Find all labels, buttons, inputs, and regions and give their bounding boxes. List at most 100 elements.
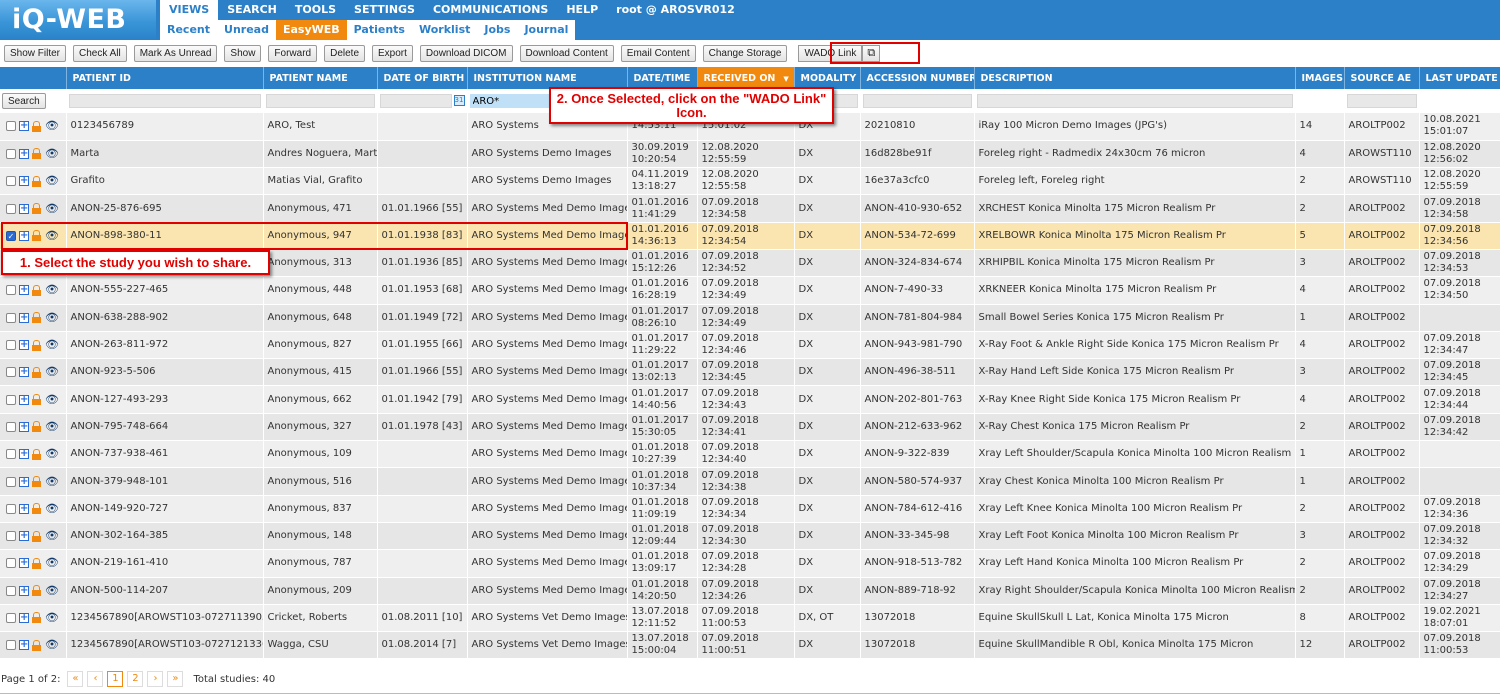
eye-view-icon[interactable]: 👁 [44, 502, 60, 515]
nav-views[interactable]: VIEWS [160, 0, 219, 20]
expand-plus-icon[interactable]: + [19, 612, 29, 623]
current-user[interactable]: root @ AROSVR012 [607, 0, 744, 20]
col-received-on[interactable]: RECEIVED ON ▼ [697, 67, 795, 89]
row-checkbox[interactable] [6, 421, 16, 432]
table-row[interactable]: + 👁 ANON-795-748-664 Anonymous, 327 01.01.19… [0, 413, 1500, 442]
forward-button[interactable]: Forward [268, 45, 318, 62]
filter-accession[interactable] [862, 94, 972, 108]
last-page-button[interactable]: » [167, 671, 184, 687]
expand-plus-icon[interactable]: + [19, 148, 29, 159]
table-row[interactable]: ✓ + 👁 ANON-898-380-11 Anonymous, 947 01.01.19… [0, 222, 1500, 250]
table-row[interactable]: + 👁 ANON-302-164-385 Anonymous, 148 ARO Syst… [0, 522, 1500, 551]
table-row[interactable]: + 👁 ANON-923-5-506 Anonymous, 415 01.01.1966… [0, 358, 1500, 387]
show-button[interactable]: Show [224, 45, 262, 62]
table-row[interactable]: + 👁 ANON-25-876-695 Anonymous, 471 01.01.196… [0, 194, 1500, 223]
eye-view-icon[interactable]: 👁 [44, 420, 60, 433]
row-checkbox[interactable] [6, 312, 16, 323]
col-institution-name[interactable]: INSTITUTION NAME [467, 67, 628, 89]
page-2-button[interactable]: 2 [127, 671, 144, 687]
email-content-button[interactable]: Email Content [620, 45, 696, 62]
lock-icon[interactable] [32, 339, 41, 351]
nav-communications[interactable]: COMMUNICATIONS [424, 0, 557, 20]
row-checkbox[interactable] [6, 176, 16, 187]
col-last-update[interactable]: LAST UPDATE [1419, 67, 1500, 89]
first-page-button[interactable]: « [67, 671, 84, 687]
table-row[interactable]: + 👁 ANON-638-288-902 Anonymous, 648 01.01.19… [0, 304, 1500, 332]
eye-view-icon[interactable]: 👁 [44, 147, 60, 160]
expand-plus-icon[interactable]: + [19, 121, 29, 132]
subnav-jobs[interactable]: Jobs [477, 20, 517, 40]
nav-tools[interactable]: TOOLS [286, 0, 345, 20]
lock-icon[interactable] [32, 503, 41, 515]
eye-view-icon[interactable]: 👁 [44, 611, 60, 624]
expand-plus-icon[interactable]: + [19, 394, 29, 405]
subnav-journal[interactable]: Journal [517, 20, 575, 40]
prev-page-button[interactable]: ‹ [87, 671, 104, 687]
row-checkbox[interactable] [6, 585, 16, 596]
table-row[interactable]: + 👁 ANON-263-811-972 Anonymous, 827 01.01.19… [0, 331, 1500, 360]
expand-plus-icon[interactable]: + [19, 476, 29, 487]
table-row[interactable]: + 👁 ANON-149-920-727 Anonymous, 837 ARO Syst… [0, 495, 1500, 523]
show-filter-button[interactable]: Show Filter [4, 45, 67, 62]
filter-patient-id[interactable] [68, 94, 261, 108]
table-row[interactable]: + 👁 ANON-127-493-293 Anonymous, 662 01.01.19… [0, 385, 1500, 414]
row-checkbox[interactable] [6, 121, 16, 132]
col-accession-number[interactable]: ACCESSION NUMBER [860, 67, 975, 89]
lock-icon[interactable] [32, 448, 41, 460]
download-content-button[interactable]: Download Content [519, 45, 614, 62]
eye-view-icon[interactable]: 👁 [44, 530, 60, 542]
table-row[interactable]: + 👁 ANON-500-114-207 Anonymous, 209 ARO Syst… [0, 577, 1500, 605]
expand-plus-icon[interactable]: + [19, 230, 29, 241]
eye-view-icon[interactable]: 👁 [44, 366, 60, 378]
lock-icon[interactable] [32, 612, 41, 624]
col-patient-name[interactable]: PATIENT NAME [263, 67, 378, 89]
lock-icon[interactable] [32, 394, 41, 406]
table-row[interactable]: + 👁 1234567890[AROWST103-0727113905] Cricke… [0, 604, 1500, 633]
row-checkbox[interactable] [6, 148, 16, 159]
lock-icon[interactable] [32, 366, 41, 378]
row-checkbox[interactable] [6, 340, 16, 351]
filter-patient-name[interactable] [265, 94, 375, 108]
subnav-worklist[interactable]: Worklist [412, 20, 477, 40]
eye-view-icon[interactable]: 👁 [44, 448, 60, 460]
filter-description[interactable] [976, 94, 1293, 108]
expand-plus-icon[interactable]: + [19, 312, 29, 323]
subnav-unread[interactable]: Unread [217, 20, 276, 40]
row-checkbox[interactable] [6, 640, 16, 651]
change-storage-button[interactable]: Change Storage [702, 45, 788, 62]
expand-plus-icon[interactable]: + [19, 285, 29, 296]
row-checkbox[interactable] [6, 367, 16, 378]
eye-view-icon[interactable]: 👁 [44, 120, 60, 132]
col-images[interactable]: IMAGES [1295, 67, 1345, 89]
eye-view-icon[interactable]: 👁 [44, 311, 60, 324]
delete-button[interactable]: Delete [324, 45, 366, 62]
check-all-button[interactable]: Check All [73, 45, 127, 62]
lock-icon[interactable] [32, 557, 41, 569]
expand-plus-icon[interactable]: + [19, 558, 29, 569]
table-row[interactable]: + 👁 ANON-379-948-101 Anonymous, 516 ARO Syst… [0, 467, 1500, 496]
expand-plus-icon[interactable]: + [19, 640, 29, 651]
lock-icon[interactable] [32, 120, 41, 132]
col-patient-id[interactable]: PATIENT ID [66, 67, 264, 89]
expand-plus-icon[interactable]: + [19, 203, 29, 214]
table-row[interactable]: + 👁 ANON-555-227-465 Anonymous, 448 01.01.19… [0, 276, 1500, 305]
lock-icon[interactable] [32, 639, 41, 651]
nav-settings[interactable]: SETTINGS [345, 0, 424, 20]
expand-plus-icon[interactable]: + [19, 367, 29, 378]
eye-view-icon[interactable]: 👁 [44, 584, 60, 597]
filter-dob[interactable] [379, 94, 452, 108]
lock-icon[interactable] [32, 148, 41, 160]
row-checkbox[interactable] [6, 285, 16, 296]
subnav-recent[interactable]: Recent [160, 20, 217, 40]
mark-as-unread-button[interactable]: Mark As Unread [133, 45, 218, 62]
lock-icon[interactable] [32, 175, 41, 187]
lock-icon[interactable] [32, 230, 41, 242]
lock-icon[interactable] [32, 284, 41, 296]
row-checkbox[interactable] [6, 449, 16, 460]
expand-plus-icon[interactable]: + [19, 449, 29, 460]
download-dicom-button[interactable]: Download DICOM [419, 45, 513, 62]
eye-view-icon[interactable]: 👁 [44, 475, 60, 488]
row-checkbox[interactable] [6, 394, 16, 405]
eye-view-icon[interactable]: 👁 [44, 557, 60, 569]
app-logo[interactable]: iQ-WEB [0, 0, 156, 40]
